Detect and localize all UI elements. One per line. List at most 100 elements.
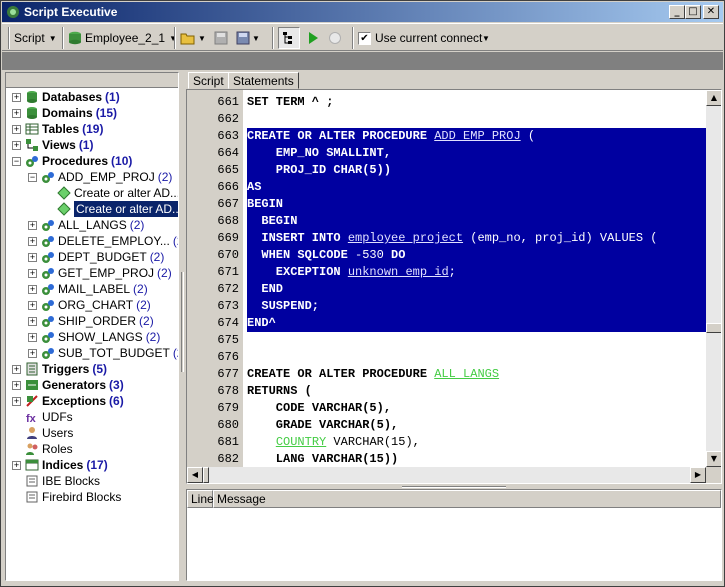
code-segment: ; — [448, 265, 456, 279]
checkbox-checked-icon: ✔ — [358, 31, 371, 45]
tree-item-name: UDFs — [42, 410, 73, 424]
code-line: 672 END — [187, 281, 706, 298]
scroll-corner — [706, 467, 721, 483]
tree-item-label: Indices (17) — [42, 457, 108, 473]
code-text: PROJ_ID CHAR(5)) — [247, 162, 391, 179]
procedure-icon — [42, 220, 54, 231]
app-icon — [7, 6, 19, 18]
tree-item-count: (2) — [172, 346, 178, 360]
title-bar: Script Executive _ □ ✕ — [2, 2, 723, 22]
minimize-button[interactable]: _ — [669, 5, 685, 19]
tree-item-label: DELETE_EMPLOY...(2) — [58, 233, 178, 249]
horizontal-scrollbar[interactable]: ◀ ▶ — [187, 467, 706, 483]
collapse-icon[interactable]: − — [28, 173, 37, 182]
tree-item-count: (19) — [82, 122, 104, 136]
procedure-icon — [42, 348, 54, 359]
expand-icon[interactable]: + — [12, 365, 21, 374]
code-line: 670 WHEN SQLCODE -530 DO — [187, 247, 706, 264]
tree-item-name: SUB_TOT_BUDGET — [58, 346, 170, 360]
code-segment: GRADE — [247, 418, 320, 432]
stop-icon — [329, 32, 341, 44]
run-script-button[interactable] — [306, 27, 320, 49]
line-number: 677 — [217, 367, 239, 381]
expand-icon[interactable]: + — [12, 141, 21, 150]
expand-icon[interactable]: + — [12, 381, 21, 390]
tree-item-name: Indices — [42, 458, 84, 472]
script-menu-label: Script — [14, 31, 45, 45]
tab-statements[interactable]: Statements — [228, 72, 299, 89]
vertical-scrollbar[interactable]: ▲ ▼ — [706, 90, 721, 467]
code-line: 678 RETURNS ( — [187, 383, 706, 400]
scroll-up-button[interactable]: ▲ — [706, 90, 721, 106]
code-line: 664 EMP_NO SMALLINT, — [187, 145, 706, 162]
script-menu-button[interactable]: Script ▼ — [14, 27, 57, 49]
close-button[interactable]: ✕ — [703, 5, 719, 19]
code-segment: BEGIN — [247, 214, 298, 228]
code-line: 681 COUNTRY VARCHAR(15), — [187, 434, 706, 451]
scroll-right-button[interactable]: ▶ — [690, 467, 706, 483]
tree-item-label: Create or alter AD... — [72, 200, 178, 218]
tree-item-label: Views (1) — [42, 137, 93, 153]
open-file-button[interactable]: ▼ — [180, 27, 206, 49]
show-tree-toggle[interactable] — [278, 27, 300, 49]
scroll-thumb[interactable] — [706, 323, 721, 333]
toolbar-overflow-button[interactable]: ▼ — [482, 27, 490, 49]
expand-icon[interactable]: + — [28, 285, 37, 294]
expand-icon[interactable]: + — [28, 317, 37, 326]
expand-icon[interactable]: + — [12, 93, 21, 102]
maximize-button[interactable]: □ — [685, 5, 701, 19]
line-number: 665 — [217, 163, 239, 177]
expand-icon[interactable]: + — [12, 109, 21, 118]
user-icon — [27, 427, 37, 439]
scroll-left-button[interactable]: ◀ — [187, 467, 203, 483]
column-header-line[interactable]: Line — [187, 490, 214, 508]
save-button[interactable] — [214, 27, 228, 49]
expand-icon[interactable]: + — [12, 461, 21, 470]
code-text: CREATE OR ALTER PROCEDURE ALL LANGS — [247, 366, 499, 383]
scroll-down-button[interactable]: ▼ — [706, 451, 721, 467]
expand-icon[interactable]: + — [12, 397, 21, 406]
tree-item-name: ORG_CHART — [58, 298, 134, 312]
use-current-connect-checkbox[interactable]: ✔ Use current connect — [358, 27, 482, 49]
database-select[interactable]: Employee_2_1 ▼ — [68, 27, 177, 49]
index-icon — [25, 459, 39, 471]
tab-script[interactable]: Script — [188, 72, 229, 89]
messages-panel: Line Message — [186, 489, 722, 581]
script-editor[interactable]: 661 SET TERM ^ ; 662 663 CREATE OR ALTER PRO… — [186, 89, 722, 484]
code-text: GRADE VARCHAR(5), — [247, 417, 398, 434]
stop-button[interactable] — [328, 27, 342, 49]
horizontal-scroll-thumb[interactable] — [203, 467, 209, 483]
dropdown-arrow-icon: ▼ — [198, 33, 206, 43]
code-line: 680 GRADE VARCHAR(5), — [187, 417, 706, 434]
expand-icon[interactable]: + — [28, 333, 37, 342]
tree-item-name: Databases — [42, 90, 103, 104]
expand-icon[interactable]: + — [28, 301, 37, 310]
tree-view-icon — [283, 32, 292, 44]
code-line: 682 LANG VARCHAR(15)) — [187, 451, 706, 468]
procedure-icon — [42, 252, 54, 263]
tree-item-label: SHIP_ORDER (2) — [58, 313, 154, 329]
collapse-icon[interactable]: − — [12, 157, 21, 166]
role-icon — [26, 443, 38, 455]
udf-icon: fx — [26, 413, 37, 424]
tree-item-name: DELETE_EMPLOY... — [58, 234, 170, 248]
save-as-button[interactable]: ▼ — [236, 27, 260, 49]
column-header-message[interactable]: Message — [213, 490, 721, 508]
trigger-icon — [26, 362, 38, 376]
use-current-connect-label: Use current connect — [375, 31, 483, 45]
tree-item-label: MAIL_LABEL (2) — [58, 281, 148, 297]
exception-icon — [26, 395, 38, 407]
generator-icon — [26, 380, 38, 390]
expand-icon[interactable]: + — [28, 221, 37, 230]
expand-icon[interactable]: + — [28, 237, 37, 246]
tree-item-name: SHIP_ORDER — [58, 314, 137, 328]
line-number: 666 — [217, 180, 239, 194]
expand-icon[interactable]: + — [28, 349, 37, 358]
line-number: 673 — [217, 299, 239, 313]
tree-item-name: Procedures — [42, 154, 109, 168]
vertical-splitter[interactable] — [180, 72, 185, 581]
script-executive-window: Script Executive _ □ ✕ Script ▼ Employee… — [0, 0, 725, 587]
expand-icon[interactable]: + — [28, 253, 37, 262]
expand-icon[interactable]: + — [28, 269, 37, 278]
expand-icon[interactable]: + — [12, 125, 21, 134]
